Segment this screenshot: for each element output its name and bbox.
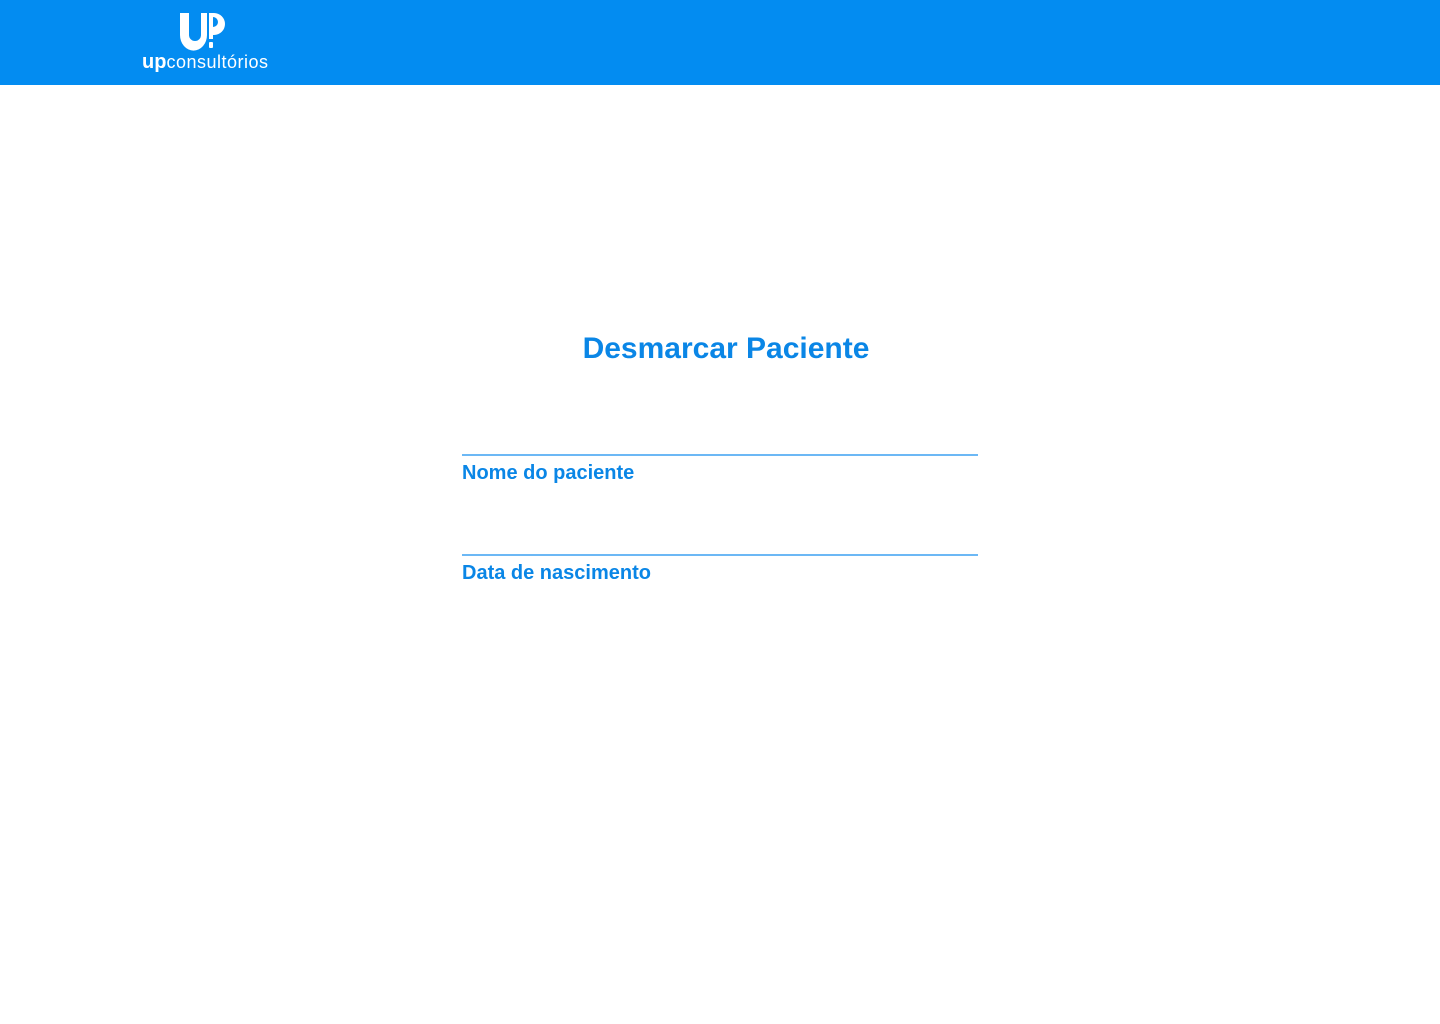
birth-date-input[interactable] (462, 524, 978, 556)
app-logo[interactable]: upconsultórios (142, 13, 272, 75)
logo-brand-rest: consultórios (166, 52, 269, 72)
patient-name-label: Nome do paciente (462, 462, 635, 484)
patient-name-field: Nome do paciente (462, 424, 978, 486)
up-logo-mark-icon (180, 13, 225, 51)
page-title: Desmarcar Paciente (582, 332, 870, 365)
logo-brand-bold: up (142, 51, 167, 73)
patient-name-input[interactable] (462, 424, 978, 456)
birth-date-field: Data de nascimento (462, 524, 978, 586)
logo-wordmark: upconsultórios (142, 49, 268, 75)
birth-date-label: Data de nascimento (462, 562, 651, 584)
top-bar: upconsultórios (0, 0, 1440, 85)
